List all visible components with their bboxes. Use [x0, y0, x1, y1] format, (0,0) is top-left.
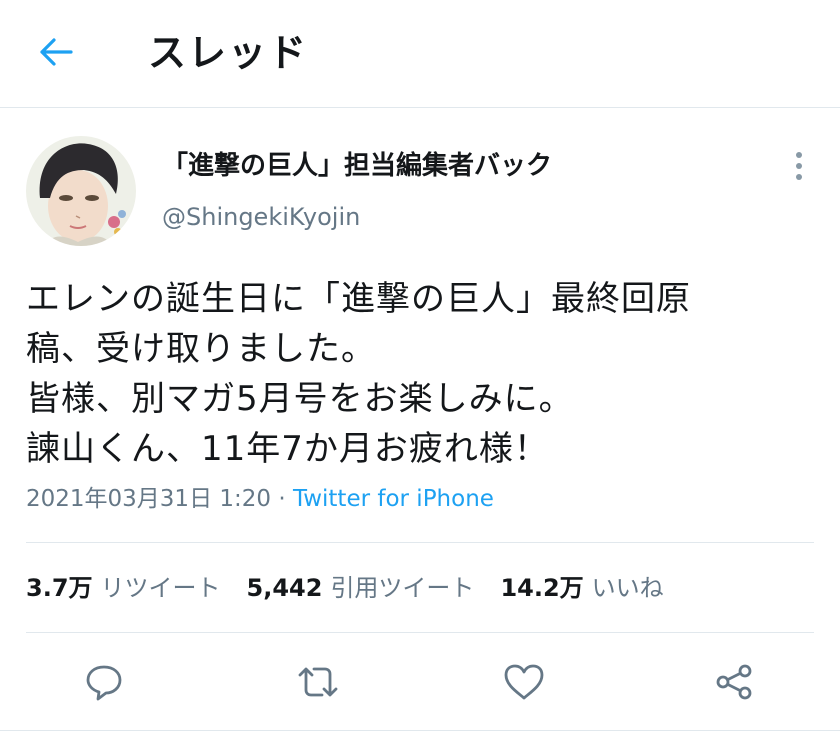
quotes-stat[interactable]: 5,442 引用ツイート: [247, 572, 475, 604]
heart-icon: [503, 663, 545, 705]
tweet-text-line: エレンの誕生日に「進撃の巨人」最終回原: [26, 279, 691, 319]
quotes-count: 5,442: [246, 574, 323, 602]
divider: [26, 632, 814, 633]
quotes-label: 引用ツイート: [330, 574, 475, 602]
tweet-text-line: 稿、受け取りました。: [26, 329, 376, 369]
tweet-timestamp: 2021年03月31日 1:20: [26, 486, 272, 512]
more-options-button[interactable]: [786, 150, 812, 186]
like-button[interactable]: [502, 662, 546, 706]
page-title: スレッド: [148, 31, 309, 75]
share-button[interactable]: [712, 662, 756, 706]
tweet-text: エレンの誕生日に「進撃の巨人」最終回原 稿、受け取りました。 皆様、別マガ5月号…: [26, 274, 816, 474]
thread-header: スレッド: [0, 0, 840, 108]
divider: [26, 542, 814, 543]
reply-icon: [84, 663, 124, 705]
retweet-button[interactable]: [296, 662, 340, 706]
retweet-icon: [296, 664, 340, 704]
tweet-text-line: 諫山くん、11年7か月お疲れ様！: [26, 429, 549, 469]
reply-button[interactable]: [82, 662, 126, 706]
arrow-left-icon: [38, 36, 74, 72]
share-icon: [714, 663, 754, 705]
action-bar: [0, 654, 840, 714]
divider: [0, 730, 840, 731]
tweet-stats: 3.7万 リツイート 5,442 引用ツイート 14.2万 いいね: [26, 572, 664, 604]
user-handle[interactable]: @ShingekiKyojin: [162, 202, 360, 232]
likes-label: いいね: [591, 574, 664, 602]
retweets-count: 3.7万: [26, 574, 93, 602]
avatar[interactable]: [26, 136, 136, 246]
retweets-label: リツイート: [100, 574, 221, 602]
back-button[interactable]: [36, 34, 76, 74]
tweet-meta: 2021年03月31日 1:20 · Twitter for iPhone: [26, 484, 494, 514]
tweet-source-link[interactable]: Twitter for iPhone: [293, 486, 494, 512]
likes-count: 14.2万: [500, 574, 584, 602]
likes-stat[interactable]: 14.2万 いいね: [500, 572, 663, 604]
display-name[interactable]: 「進撃の巨人」担当編集者バック: [162, 150, 552, 182]
more-vertical-icon: [795, 151, 803, 185]
retweets-stat[interactable]: 3.7万 リツイート: [26, 572, 221, 604]
meta-separator: ·: [271, 486, 293, 512]
tweet-text-line: 皆様、別マガ5月号をお楽しみに。: [26, 379, 574, 419]
